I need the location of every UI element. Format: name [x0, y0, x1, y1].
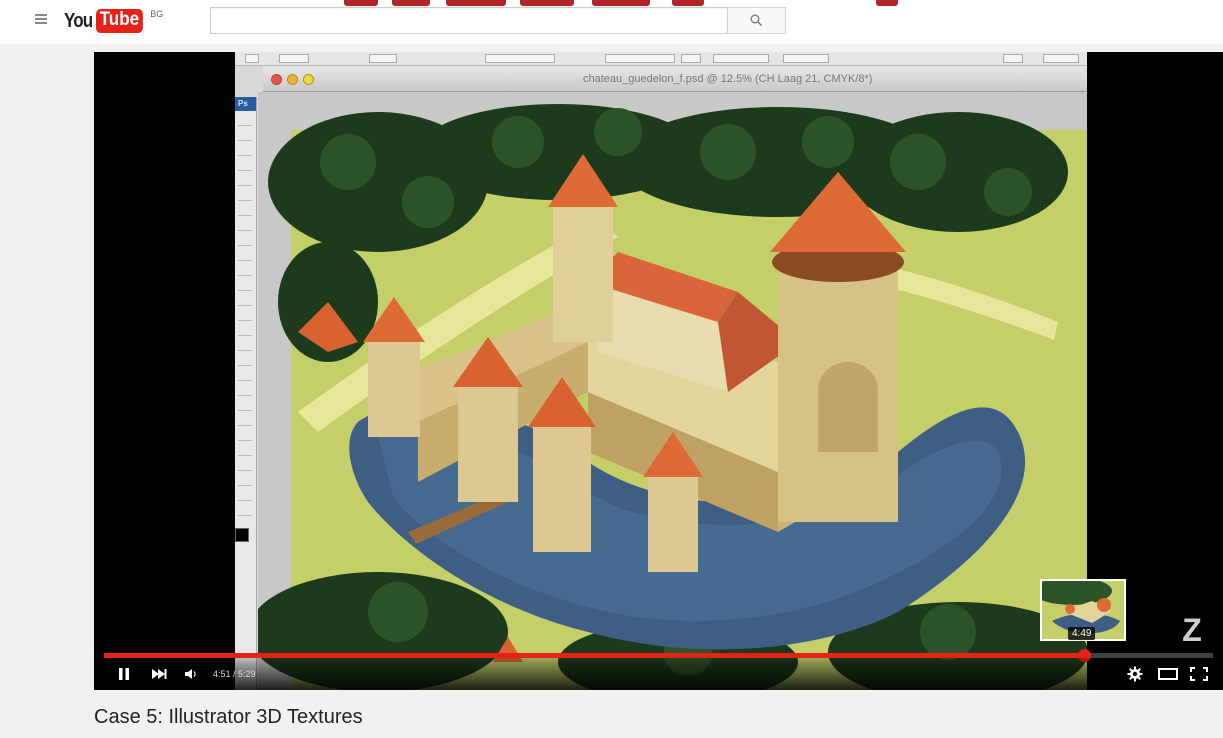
ps-document-titlebar: chateau_guedelon_f.psd @ 12.5% (CH Laag …: [263, 66, 1087, 92]
minimize-dot-icon: [287, 74, 298, 85]
theater-mode-icon: [1158, 668, 1178, 680]
ps-options-bar: [235, 52, 1087, 66]
zoom-dot-icon: [303, 74, 314, 85]
masthead: You Tube BG: [0, 0, 1223, 44]
seek-preview-time: 4:49: [1068, 627, 1096, 640]
current-time: 4:51: [213, 669, 231, 679]
menu-icon[interactable]: [35, 12, 51, 26]
fullscreen-icon: [1190, 667, 1208, 681]
region-code: BG: [150, 9, 164, 19]
theater-mode-button[interactable]: [1156, 664, 1180, 684]
mute-button[interactable]: [182, 664, 200, 684]
video-banner-overlay: [0, 0, 1223, 6]
search-icon: [750, 14, 762, 26]
search-input[interactable]: [210, 7, 727, 34]
player-controls: 4:51 / 5:29: [94, 658, 1223, 690]
next-icon: [152, 669, 167, 679]
close-dot-icon: [271, 74, 282, 85]
watermark-text: Z: [1182, 614, 1202, 644]
search-button[interactable]: [727, 7, 786, 34]
time-display: 4:51 / 5:29: [213, 669, 256, 679]
ps-toolbox: Ps: [235, 97, 257, 690]
logo-tube-text: Tube: [96, 9, 144, 33]
pause-icon: [119, 668, 129, 680]
video-frame[interactable]: chateau_guedelon_f.psd @ 12.5% (CH Laag …: [235, 52, 1088, 690]
pause-button[interactable]: [114, 664, 134, 684]
video-title: Case 5: Illustrator 3D Textures: [94, 706, 363, 728]
settings-button[interactable]: [1125, 664, 1145, 684]
ps-canvas: [248, 92, 1088, 690]
ps-document-title: chateau_guedelon_f.psd @ 12.5% (CH Laag …: [583, 73, 873, 85]
fullscreen-button[interactable]: [1187, 664, 1211, 684]
time-separator: /: [230, 669, 239, 679]
ps-toolbox-label: Ps: [235, 97, 256, 111]
volume-icon: [185, 669, 196, 679]
logo-you-text: You: [64, 10, 93, 32]
duration: 5:29: [238, 669, 256, 679]
color-swatch: [235, 528, 249, 542]
video-player[interactable]: chateau_guedelon_f.psd @ 12.5% (CH Laag …: [94, 52, 1223, 690]
next-button[interactable]: [148, 664, 170, 684]
castle-illustration: [248, 92, 1088, 690]
search-bar: [210, 7, 786, 34]
settings-icon: [1127, 666, 1143, 682]
youtube-logo[interactable]: You Tube BG: [64, 9, 163, 35]
channel-watermark-icon[interactable]: Z: [1175, 614, 1209, 644]
